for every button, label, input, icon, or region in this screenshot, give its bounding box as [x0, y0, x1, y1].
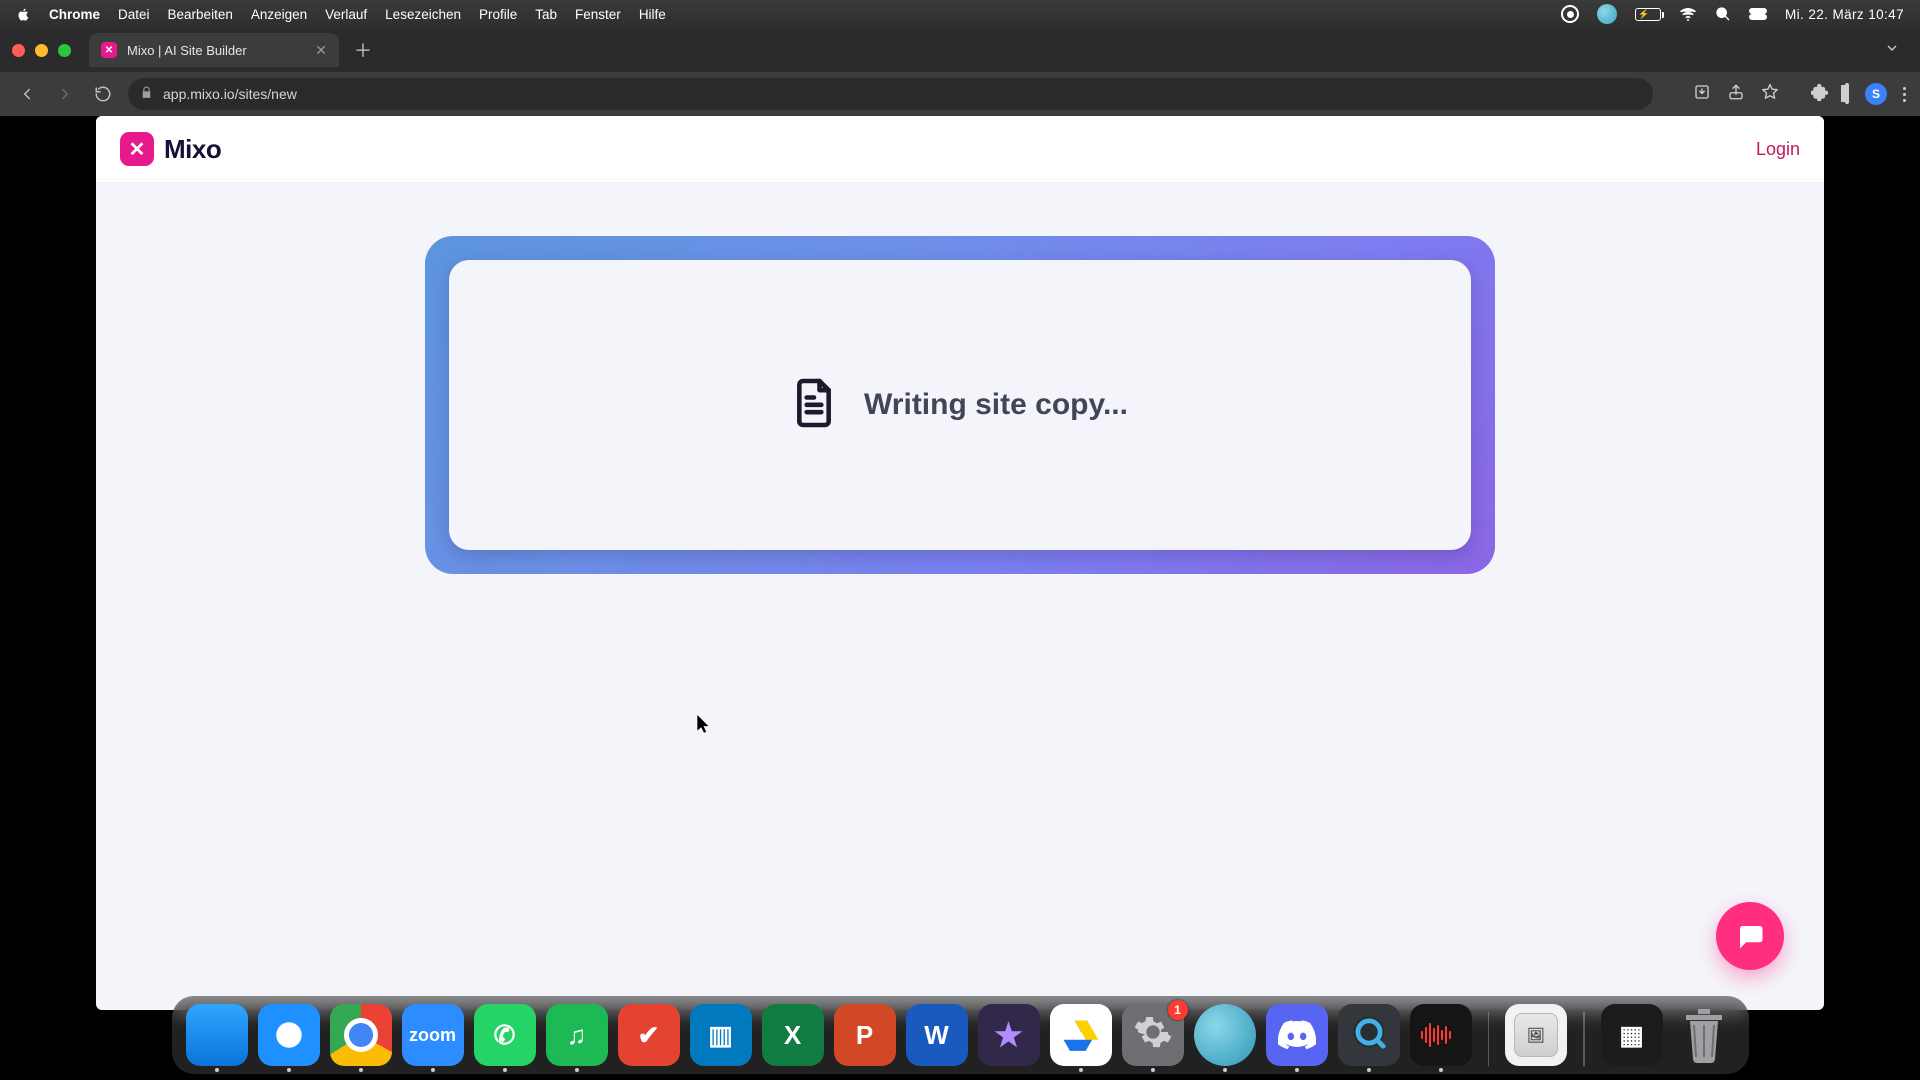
login-link[interactable]: Login: [1756, 139, 1800, 160]
dock-app-spotify[interactable]: ♫: [546, 1004, 608, 1066]
dock-app-blueorb[interactable]: [1194, 1004, 1256, 1066]
dock-app-trello[interactable]: ▥: [690, 1004, 752, 1066]
dock-app-discord[interactable]: [1266, 1004, 1328, 1066]
browser-tabbar: Mixo | AI Site Builder ✕ ＋: [0, 28, 1920, 72]
dock-app-finder[interactable]: [186, 1004, 248, 1066]
apple-logo-icon[interactable]: [16, 7, 31, 22]
share-icon[interactable]: [1727, 83, 1745, 106]
window-maximize-button[interactable]: [58, 44, 71, 57]
new-tab-button[interactable]: ＋: [349, 36, 377, 64]
brand-name: Mixo: [164, 134, 221, 165]
menubar-item-tab[interactable]: Tab: [535, 7, 557, 22]
menubar-app-name[interactable]: Chrome: [49, 7, 100, 22]
dock-app-todoist[interactable]: ✔: [618, 1004, 680, 1066]
dock-separator: [1583, 1012, 1585, 1066]
dock-app-missioncontrol[interactable]: ▦: [1601, 1004, 1663, 1066]
dock-app-excel[interactable]: X: [762, 1004, 824, 1066]
menubar-app-icon[interactable]: [1597, 4, 1617, 24]
status-card: Writing site copy...: [449, 260, 1471, 550]
forward-button[interactable]: [52, 81, 78, 107]
dock-separator: [1488, 1012, 1490, 1066]
menubar-item-fenster[interactable]: Fenster: [575, 7, 621, 22]
dock-app-trash[interactable]: [1673, 1004, 1735, 1066]
menubar-item-datei[interactable]: Datei: [118, 7, 150, 22]
url-text: app.mixo.io/sites/new: [163, 86, 297, 102]
brand[interactable]: ✕ Mixo: [120, 132, 221, 166]
dock-app-whatsapp[interactable]: ✆: [474, 1004, 536, 1066]
dock-app-powerpoint[interactable]: P: [834, 1004, 896, 1066]
dock: zoom✆♫✔▥XPW★ 1 🖼 ▦: [0, 996, 1920, 1074]
menubar-item-anzeigen[interactable]: Anzeigen: [251, 7, 307, 22]
extensions-button[interactable]: [1811, 83, 1829, 106]
menubar-item-lesezeichen[interactable]: Lesezeichen: [385, 7, 461, 22]
brand-logo-icon: ✕: [120, 132, 154, 166]
dock-app-safari[interactable]: [258, 1004, 320, 1066]
reload-button[interactable]: [90, 81, 116, 107]
dock-app-preview[interactable]: 🖼: [1505, 1004, 1567, 1066]
menubar-item-hilfe[interactable]: Hilfe: [639, 7, 666, 22]
install-app-icon[interactable]: [1693, 83, 1711, 106]
macos-menubar: Chrome Datei Bearbeiten Anzeigen Verlauf…: [0, 0, 1920, 28]
loading-panel: Writing site copy...: [96, 236, 1824, 574]
chrome-menu-button[interactable]: [1903, 87, 1906, 102]
battery-icon[interactable]: ⚡: [1635, 8, 1661, 21]
spotlight-search-icon[interactable]: [1715, 6, 1731, 22]
dock-app-voicememos[interactable]: [1410, 1004, 1472, 1066]
dock-app-drive[interactable]: [1050, 1004, 1112, 1066]
profile-avatar[interactable]: S: [1865, 83, 1887, 105]
wifi-icon[interactable]: [1679, 7, 1697, 21]
gradient-frame: Writing site copy...: [425, 236, 1495, 574]
dock-app-quicktime[interactable]: [1338, 1004, 1400, 1066]
window-close-button[interactable]: [12, 44, 25, 57]
back-button[interactable]: [14, 81, 40, 107]
window-minimize-button[interactable]: [35, 44, 48, 57]
dock-app-imovie[interactable]: ★: [978, 1004, 1040, 1066]
address-bar[interactable]: app.mixo.io/sites/new: [128, 78, 1653, 110]
menubar-item-verlauf[interactable]: Verlauf: [325, 7, 367, 22]
menubar-item-bearbeiten[interactable]: Bearbeiten: [168, 7, 233, 22]
dock-app-chrome[interactable]: [330, 1004, 392, 1066]
tab-close-button[interactable]: ✕: [315, 42, 327, 59]
bookmark-star-icon[interactable]: [1761, 83, 1779, 106]
dock-app-word[interactable]: W: [906, 1004, 968, 1066]
dock-app-settings[interactable]: 1: [1122, 1004, 1184, 1066]
status-text: Writing site copy...: [864, 388, 1128, 422]
chat-fab-button[interactable]: [1716, 902, 1784, 970]
dock-app-zoom[interactable]: zoom: [402, 1004, 464, 1066]
dock-badge: 1: [1168, 1000, 1188, 1020]
record-indicator-icon[interactable]: [1561, 5, 1579, 23]
tabs-dropdown-button[interactable]: [1884, 40, 1900, 61]
page-viewport: ✕ Mixo Login Writing site copy...: [96, 116, 1824, 1010]
window-traffic-lights: [12, 44, 71, 57]
tab-title: Mixo | AI Site Builder: [127, 43, 305, 58]
tab-favicon-icon: [101, 42, 117, 58]
menubar-clock[interactable]: Mi. 22. März 10:47: [1785, 7, 1904, 22]
lock-icon: [140, 86, 153, 102]
menubar-item-profile[interactable]: Profile: [479, 7, 517, 22]
browser-tab[interactable]: Mixo | AI Site Builder ✕: [89, 33, 339, 67]
page-header: ✕ Mixo Login: [96, 116, 1824, 182]
side-panel-button[interactable]: [1845, 85, 1849, 103]
control-center-icon[interactable]: [1749, 8, 1767, 20]
document-icon: [792, 377, 836, 434]
browser-toolbar: app.mixo.io/sites/new S: [0, 72, 1920, 116]
